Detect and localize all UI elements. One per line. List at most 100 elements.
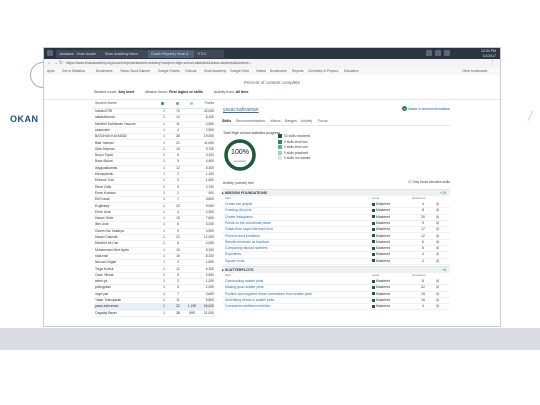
filter-activity-select[interactable]: All time bbox=[235, 90, 248, 94]
battery-icon[interactable] bbox=[444, 50, 450, 56]
bookmark-item[interactable]: Chemistry & Physics bbox=[308, 69, 338, 74]
tab-skills[interactable]: Skills bbox=[222, 119, 231, 123]
progress-subtitle: complete bbox=[233, 159, 247, 163]
skill-row: Correlation coefficient intuition Mastere… bbox=[222, 303, 450, 311]
taskbar-tab[interactable]: Jamstack · Khan Acade bbox=[56, 50, 104, 58]
skill-section-header[interactable]: ▸ MISSION FOUNDATIONS +15 bbox=[222, 189, 450, 196]
url-field[interactable]: https://www.khanacademy.org/coach/report… bbox=[66, 61, 486, 66]
menu-icon[interactable]: ⋮ bbox=[490, 61, 495, 66]
bookmark-item[interactable]: Yahoo Stock Banner bbox=[120, 69, 150, 74]
question-count: 4 bbox=[422, 304, 424, 309]
bookmark-item[interactable]: Google Sheets bbox=[158, 69, 180, 74]
mastery-square-icon bbox=[372, 240, 375, 244]
bookmark-item[interactable]: Apps bbox=[47, 69, 55, 74]
skill-level-label: Mastered bbox=[376, 202, 391, 206]
skill-level-label: Mastered bbox=[376, 258, 391, 263]
skill-row: Square roots Mastered 4 ▤ bbox=[222, 258, 450, 265]
make-recommendation-button[interactable]: + Make a recommendation bbox=[402, 106, 450, 111]
legend-swatch bbox=[278, 139, 282, 144]
skill-level-label: Mastered bbox=[376, 208, 391, 213]
skill-level-label: Mastered bbox=[376, 214, 391, 219]
filter-mission-label: Mission focus: bbox=[145, 90, 168, 94]
cell-value: 595 bbox=[189, 310, 195, 315]
details-icon[interactable]: ▤ bbox=[436, 303, 439, 309]
mastery-square-icon bbox=[372, 298, 375, 302]
skill-level: Mastered bbox=[372, 258, 390, 264]
tab-activity[interactable]: Activity bbox=[301, 119, 312, 123]
skill-level-label: Mastered bbox=[376, 304, 391, 309]
legend-swatch bbox=[278, 156, 282, 161]
details-icon[interactable]: ▤ bbox=[436, 258, 439, 264]
bookmark-item[interactable]: Bookmarks bbox=[270, 69, 287, 74]
legend-swatch bbox=[278, 145, 282, 150]
browser-window: Jamstack · Khan Acade Khan Academy Inbox… bbox=[44, 48, 500, 326]
bookmark-item[interactable]: Google Drive bbox=[230, 69, 249, 74]
slide-bottom-band bbox=[0, 328, 540, 350]
column-header-points[interactable]: Points bbox=[205, 101, 214, 105]
tab-badges[interactable]: Badges bbox=[285, 119, 297, 123]
taskbar-tab[interactable]: TITLE bbox=[194, 50, 224, 58]
reload-icon[interactable]: ↻ bbox=[59, 61, 63, 66]
filter-activity-label: Activity from: bbox=[213, 90, 235, 94]
filter-bar: Student mode: Any level Mission focus: F… bbox=[94, 90, 248, 94]
skill-level-label: Mastered bbox=[376, 297, 391, 302]
student-name[interactable]: Cagatay Baser bbox=[95, 310, 150, 316]
cell-value: 1 bbox=[163, 310, 165, 315]
skill-level: Mastered bbox=[372, 303, 390, 309]
bookmark-item[interactable]: Reports bbox=[292, 69, 304, 74]
bookmark-item[interactable]: Get to Statistics bbox=[62, 69, 85, 74]
tab-focus[interactable]: Focus bbox=[318, 119, 328, 123]
student-detail-panel: yasar.kahraman + Make a recommendation Sk… bbox=[220, 101, 450, 323]
table-row[interactable]: Cagatay Baser 1 38 595 21,000 bbox=[94, 310, 214, 317]
skill-level-label: Mastered bbox=[376, 227, 391, 232]
legend-swatch bbox=[278, 134, 282, 139]
skill-section-header[interactable]: ▸ SCATTERPLOTS +8 bbox=[222, 266, 450, 273]
bookmark-item[interactable]: Khan Academy bbox=[204, 69, 226, 74]
progress-legend: 52 skills mastered 0 skills level two 0 sk… bbox=[278, 134, 310, 162]
column-header-name[interactable]: Student Name bbox=[95, 101, 117, 105]
taskbar-clock[interactable]: 12:34 PM 1/1/2017 bbox=[481, 49, 496, 58]
status-dot-header bbox=[176, 102, 179, 106]
page-title: Percent of content complete bbox=[243, 80, 301, 85]
taskbar-tab[interactable]: Khan Academy Inbox bbox=[102, 50, 150, 58]
mastery-square-icon bbox=[372, 227, 375, 231]
bookmark-item[interactable]: Videos bbox=[256, 69, 266, 74]
back-icon[interactable]: ← bbox=[47, 61, 52, 66]
taskbar: Jamstack · Khan Acade Khan Academy Inbox… bbox=[44, 48, 500, 59]
skill-level-label: Mastered bbox=[376, 279, 391, 283]
taskbar-tab-active[interactable]: Coach Reports | Khan A bbox=[148, 50, 196, 58]
legend-swatch bbox=[278, 150, 282, 155]
detail-tabs: Skills Recommendations Videos Badges Act… bbox=[222, 119, 450, 126]
legend-label: 0 skills level two bbox=[284, 139, 308, 144]
skill-link[interactable]: Correlation coefficient intuition bbox=[225, 303, 270, 309]
bookmark-item[interactable]: Bookmarks bbox=[96, 69, 113, 74]
mastery-square-icon bbox=[372, 304, 375, 308]
show-elevated-toggle[interactable]: ☑ Only show elevated skills bbox=[408, 180, 450, 184]
start-icon[interactable] bbox=[47, 50, 53, 56]
bookmark-item[interactable]: Other bookmarks bbox=[462, 69, 487, 74]
filter-mission-select[interactable]: First logins or skills bbox=[169, 90, 203, 94]
status-dot-header bbox=[161, 102, 164, 106]
mastery-square-icon bbox=[372, 279, 375, 283]
legend-item: 0 skills not started bbox=[278, 156, 310, 162]
cell-value: 38 bbox=[176, 310, 180, 315]
forward-icon[interactable]: → bbox=[53, 61, 58, 66]
skill-link[interactable]: Square roots bbox=[225, 258, 244, 264]
filter-student-select[interactable]: Any level bbox=[118, 90, 134, 94]
tab-recommendations[interactable]: Recommendations bbox=[236, 119, 265, 123]
filter-student-label: Student mode: bbox=[94, 90, 118, 94]
mastery-square-icon bbox=[372, 202, 375, 206]
skill-level-label: Mastered bbox=[376, 239, 391, 244]
bookmark-item[interactable]: Education bbox=[344, 69, 359, 74]
legend-label: 0 skills practiced bbox=[284, 150, 309, 155]
activity-tree-label: Activity (overall) tree bbox=[223, 181, 254, 185]
network-icon[interactable] bbox=[426, 50, 432, 56]
volume-icon[interactable] bbox=[435, 50, 441, 56]
tab-videos[interactable]: Videos bbox=[270, 119, 281, 123]
student-name-link[interactable]: yasar.kahraman bbox=[223, 107, 259, 113]
bookmark-item[interactable]: Outlook bbox=[185, 69, 196, 74]
mastery-square-icon bbox=[372, 208, 375, 212]
mastery-square-icon bbox=[372, 253, 375, 256]
skill-level-label: Mastered bbox=[376, 233, 391, 238]
mastery-square-icon bbox=[372, 246, 375, 250]
